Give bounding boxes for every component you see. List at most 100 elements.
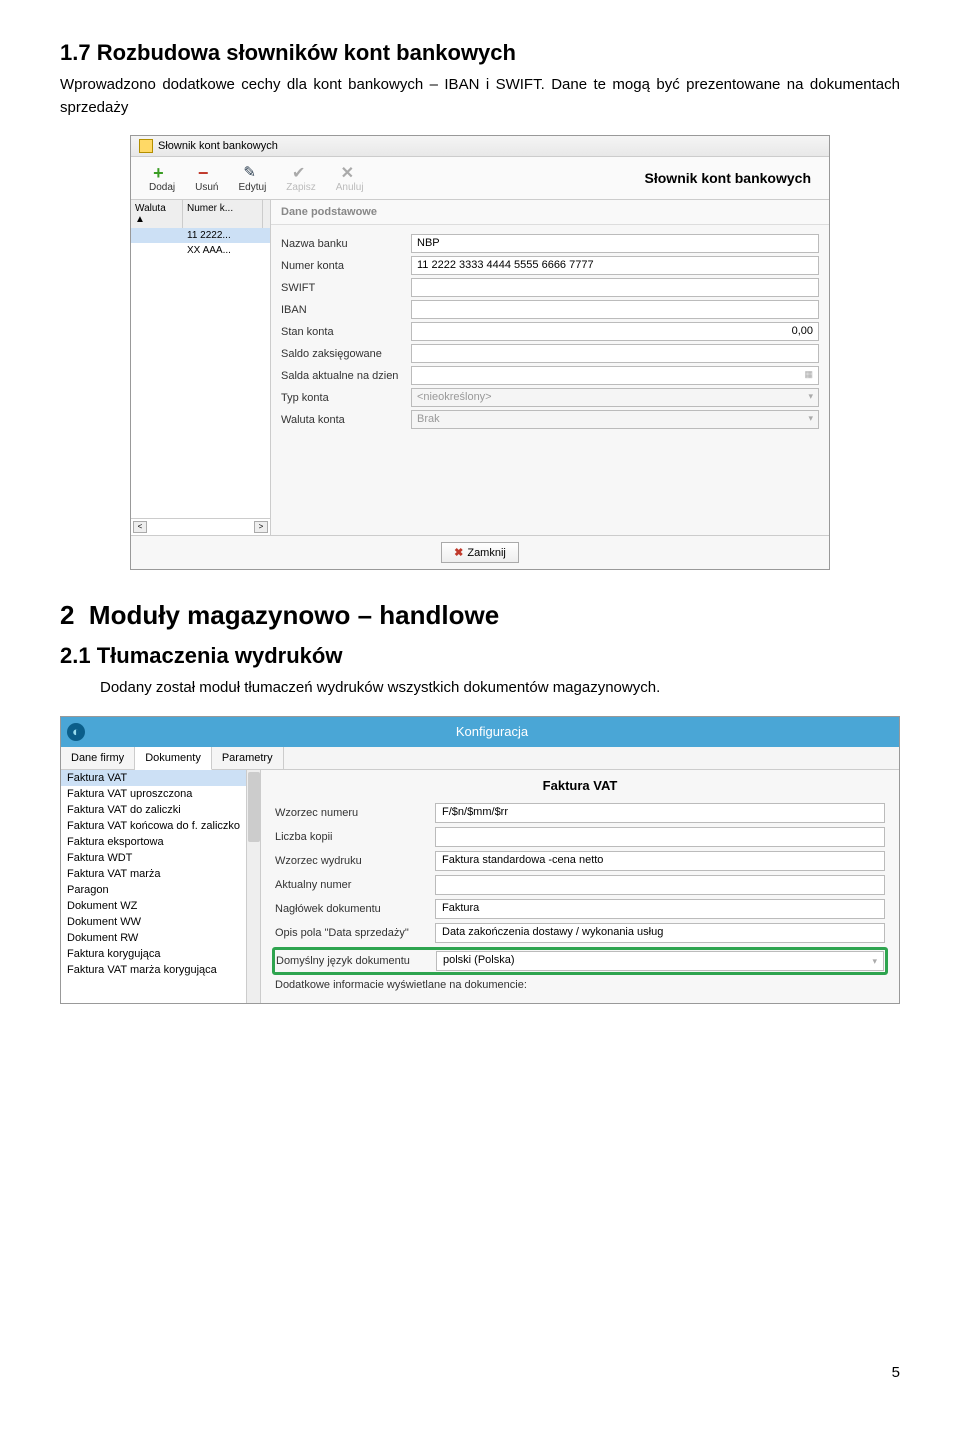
input-booked[interactable] [411, 344, 819, 363]
select-currency[interactable]: Brak▾ [411, 410, 819, 429]
window-icon [139, 139, 153, 153]
minus-icon: − [198, 163, 216, 181]
label-current-number: Aktualny numer [275, 879, 435, 891]
list-item[interactable]: Paragon [61, 882, 260, 898]
select-account-type[interactable]: <nieokreślony>▾ [411, 388, 819, 407]
section-1-body: Wprowadzono dodatkowe cechy dla kont ban… [60, 74, 900, 119]
document-type-list: Faktura VAT Faktura VAT uproszczona Fakt… [61, 770, 261, 1003]
list-item[interactable]: Faktura VAT marża korygująca [61, 962, 260, 978]
input-doc-header[interactable]: Faktura [435, 899, 885, 919]
input-account[interactable]: 11 2222 3333 4444 5555 6666 7777 [411, 256, 819, 275]
tools-icon: ✎ [243, 163, 261, 181]
config-title: Konfiguracja [91, 724, 893, 739]
input-balance-date[interactable]: ▦ [411, 366, 819, 385]
window-title: Słownik kont bankowych [158, 140, 278, 152]
toolbar: + Dodaj − Usuń ✎ Edytuj ✔ Zapisz ✕ Anulu… [131, 157, 829, 200]
section-2-title: Moduły magazynowo – handlowe [89, 600, 499, 630]
list-item[interactable]: Faktura korygująca [61, 946, 260, 962]
list-item[interactable]: Faktura VAT końcowa do f. zaliczko [61, 818, 260, 834]
label-account: Numer konta [281, 260, 411, 272]
tab-parameters[interactable]: Parametry [212, 747, 284, 769]
sort-asc-icon: ▲ [135, 214, 145, 225]
label-swift: SWIFT [281, 282, 411, 294]
app-logo-icon: ◐ [67, 723, 85, 741]
label-booked: Saldo zaksięgowane [281, 348, 411, 360]
label-sale-date-desc: Opis pola "Data sprzedaży" [275, 927, 435, 939]
input-print-template[interactable]: Faktura standardowa -cena netto [435, 851, 885, 871]
table-row[interactable]: XX AAA... [131, 243, 270, 258]
label-extra-info: Dodatkowe informacie wyświetlane na doku… [275, 979, 527, 991]
label-bank: Nazwa banku [281, 238, 411, 250]
close-button[interactable]: ✖ Zamknij [441, 542, 519, 563]
section-1-number: 1.7 [60, 40, 91, 65]
tab-company-data[interactable]: Dane firmy [61, 747, 135, 769]
label-iban: IBAN [281, 304, 411, 316]
tab-documents[interactable]: Dokumenty [135, 747, 212, 770]
label-doc-header: Nagłówek dokumentu [275, 903, 435, 915]
input-bank[interactable]: NBP [411, 234, 819, 253]
input-copies[interactable] [435, 827, 885, 847]
form-tab[interactable]: Dane podstawowe [271, 200, 829, 225]
input-balance[interactable]: 0,00 [411, 322, 819, 341]
chevron-down-icon: ▾ [808, 413, 813, 424]
table-row[interactable]: 11 2222... [131, 228, 270, 243]
config-titlebar: ◐ Konfiguracja [61, 717, 899, 747]
input-number-pattern[interactable]: F/$n/$mm/$rr [435, 803, 885, 823]
scroll-right-icon[interactable]: > [254, 521, 268, 533]
vertical-scrollbar[interactable] [246, 770, 260, 1003]
section-2-1-number: 2.1 [60, 643, 91, 668]
list-item[interactable]: Dokument RW [61, 930, 260, 946]
window-titlebar: Słownik kont bankowych [131, 136, 829, 157]
calendar-icon[interactable]: ▦ [804, 369, 813, 380]
highlighted-row: Domyślny język dokumentu polski (Polska)… [272, 947, 888, 975]
save-button: ✔ Zapisz [276, 161, 325, 195]
section-2-1-heading: 2.1 Tłumaczenia wydruków [60, 643, 900, 669]
select-default-language[interactable]: polski (Polska) ▾ [436, 951, 884, 971]
add-button[interactable]: + Dodaj [139, 161, 185, 195]
list-item[interactable]: Faktura VAT uproszczona [61, 786, 260, 802]
label-balance: Stan konta [281, 326, 411, 338]
section-2-heading: 2 Moduły magazynowo – handlowe [60, 600, 900, 631]
chevron-down-icon: ▾ [872, 956, 877, 967]
page-number: 5 [60, 1364, 900, 1381]
list-item[interactable]: Faktura WDT [61, 850, 260, 866]
toolbar-title: Słownik kont bankowych [645, 170, 821, 186]
input-swift[interactable] [411, 278, 819, 297]
delete-button[interactable]: − Usuń [185, 161, 228, 195]
edit-button[interactable]: ✎ Edytuj [229, 161, 277, 195]
cancel-button: ✕ Anuluj [326, 161, 374, 195]
screenshot-configuration: ◐ Konfiguracja Dane firmy Dokumenty Para… [60, 716, 900, 1004]
close-icon: ✖ [454, 546, 463, 559]
label-print-template: Wzorzec wydruku [275, 855, 435, 867]
list-item[interactable]: Faktura eksportowa [61, 834, 260, 850]
label-number-pattern: Wzorzec numeru [275, 807, 435, 819]
section-2-1-body: Dodany został moduł tłumaczeń wydruków w… [100, 677, 900, 700]
list-item[interactable]: Dokument WW [61, 914, 260, 930]
input-sale-date-desc[interactable]: Data zakończenia dostawy / wykonania usł… [435, 923, 885, 943]
document-settings-panel: Faktura VAT Wzorzec numeruF/$n/$mm/$rr L… [261, 770, 899, 1003]
chevron-down-icon: ▾ [808, 391, 813, 402]
input-current-number[interactable] [435, 875, 885, 895]
scroll-left-icon[interactable]: < [133, 521, 147, 533]
list-item[interactable]: Faktura VAT do zaliczki [61, 802, 260, 818]
label-account-type: Typ konta [281, 392, 411, 404]
section-2-number: 2 [60, 600, 74, 630]
x-icon: ✕ [341, 163, 359, 181]
input-iban[interactable] [411, 300, 819, 319]
left-grid: Waluta ▲ Numer k... 11 2222... XX AAA...… [131, 200, 271, 535]
list-item[interactable]: Faktura VAT marża [61, 866, 260, 882]
form-panel: Dane podstawowe Nazwa bankuNBP Numer kon… [271, 200, 829, 535]
label-balance-date: Salda aktualne na dzien [281, 370, 411, 382]
grid-header: Waluta ▲ Numer k... [131, 200, 270, 228]
section-1-heading: 1.7 Rozbudowa słowników kont bankowych [60, 40, 900, 66]
screenshot-bank-dictionary: Słownik kont bankowych + Dodaj − Usuń ✎ … [130, 135, 830, 570]
panel-title: Faktura VAT [275, 778, 885, 793]
section-1-title: Rozbudowa słowników kont bankowych [97, 40, 516, 65]
section-2-1-title: Tłumaczenia wydruków [97, 643, 343, 668]
check-icon: ✔ [292, 163, 310, 181]
list-item[interactable]: Faktura VAT [61, 770, 260, 786]
list-item[interactable]: Dokument WZ [61, 898, 260, 914]
label-default-language: Domyślny język dokumentu [276, 955, 436, 967]
horizontal-scroll[interactable]: < > [131, 518, 270, 535]
label-copies: Liczba kopii [275, 831, 435, 843]
